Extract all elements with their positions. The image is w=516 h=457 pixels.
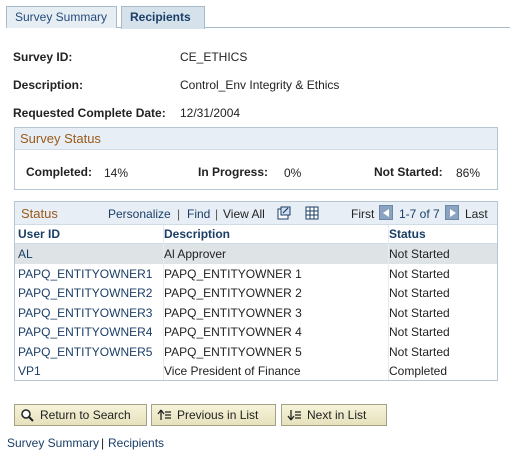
description-cell: PAPQ_ENTITYOWNER 1 bbox=[164, 266, 302, 281]
column-header-user-id[interactable]: User ID bbox=[15, 225, 163, 244]
description-cell: PAPQ_ENTITYOWNER 4 bbox=[164, 325, 302, 339]
completed-label: Completed: bbox=[26, 165, 92, 179]
description-label: Description: bbox=[13, 78, 84, 92]
table-row: AL Al Approver Not Started bbox=[15, 244, 497, 264]
next-in-list-icon bbox=[287, 410, 301, 421]
in-progress-value: 0% bbox=[284, 166, 302, 180]
requested-date-label: Requested Complete Date: bbox=[13, 106, 166, 120]
footer-separator: | bbox=[101, 436, 105, 450]
tab-survey-summary[interactable]: Survey Summary bbox=[6, 6, 117, 28]
status-cell: Not Started bbox=[389, 286, 450, 300]
magnifier-icon bbox=[21, 409, 34, 422]
column-header-status[interactable]: Status bbox=[388, 225, 497, 244]
completed-value: 14% bbox=[104, 166, 129, 180]
find-link[interactable]: Find bbox=[187, 207, 210, 221]
user-id-link[interactable]: PAPQ_ENTITYOWNER5 bbox=[18, 345, 152, 359]
status-cell: Not Started bbox=[389, 305, 450, 320]
view-all-link[interactable]: View All bbox=[223, 207, 265, 221]
tab-recipients[interactable]: Recipients bbox=[121, 6, 205, 29]
description-cell: Vice President of Finance bbox=[164, 364, 301, 378]
next-in-list-label: Next in List bbox=[307, 408, 367, 422]
not-started-label: Not Started: bbox=[374, 165, 443, 179]
survey-status-section: Survey Status Completed: 14% In Progress… bbox=[14, 127, 498, 190]
first-label: First bbox=[351, 207, 375, 221]
user-id-link[interactable]: PAPQ_ENTITYOWNER4 bbox=[18, 325, 152, 339]
user-id-link[interactable]: PAPQ_ENTITYOWNER3 bbox=[18, 306, 152, 320]
description-cell: PAPQ_ENTITYOWNER 2 bbox=[164, 286, 302, 300]
requested-date-value: 12/31/2004 bbox=[180, 106, 241, 120]
footer-recipients-link[interactable]: Recipients bbox=[108, 436, 164, 450]
description-cell: Al Approver bbox=[164, 247, 227, 261]
table-row: PAPQ_ENTITYOWNER3 PAPQ_ENTITYOWNER 3 Not… bbox=[15, 303, 497, 323]
table-row: VP1 Vice President of Finance Completed bbox=[15, 361, 497, 381]
previous-in-list-icon bbox=[157, 409, 171, 420]
previous-in-list-button[interactable]: Previous in List bbox=[151, 404, 276, 426]
personalize-link[interactable]: Personalize bbox=[108, 207, 171, 221]
table-row: PAPQ_ENTITYOWNER5 PAPQ_ENTITYOWNER 5 Not… bbox=[15, 342, 497, 362]
return-to-search-button[interactable]: Return to Search bbox=[14, 404, 147, 426]
new-window-icon[interactable] bbox=[277, 206, 291, 220]
in-progress-label: In Progress: bbox=[198, 165, 269, 179]
status-cell: Not Started bbox=[389, 266, 450, 281]
nav-separator: | bbox=[215, 207, 219, 221]
survey-id-value: CE_ETHICS bbox=[180, 50, 248, 64]
status-cell: Not Started bbox=[389, 344, 450, 359]
table-row: PAPQ_ENTITYOWNER1 PAPQ_ENTITYOWNER 1 Not… bbox=[15, 264, 497, 284]
next-arrow-icon[interactable] bbox=[445, 205, 459, 220]
previous-arrow-icon[interactable] bbox=[379, 205, 393, 220]
return-to-search-label: Return to Search bbox=[40, 408, 131, 422]
footer-survey-summary-link[interactable]: Survey Summary bbox=[7, 436, 99, 450]
status-grid: Status Personalize | Find | View All Fir… bbox=[14, 201, 498, 381]
description-value: Control_Env Integrity & Ethics bbox=[180, 78, 340, 92]
column-header-description[interactable]: Description bbox=[163, 225, 388, 244]
survey-status-title: Survey Status bbox=[15, 128, 497, 150]
grid-navigation-bar: Status Personalize | Find | View All Fir… bbox=[15, 202, 497, 225]
last-label: Last bbox=[465, 207, 488, 221]
previous-in-list-label: Previous in List bbox=[177, 408, 259, 422]
next-in-list-button[interactable]: Next in List bbox=[281, 404, 387, 426]
user-id-link[interactable]: PAPQ_ENTITYOWNER2 bbox=[18, 286, 152, 300]
download-spreadsheet-icon[interactable] bbox=[305, 206, 319, 220]
status-cell: Not Started bbox=[389, 247, 450, 261]
table-row: PAPQ_ENTITYOWNER4 PAPQ_ENTITYOWNER 4 Not… bbox=[15, 322, 497, 342]
description-cell: PAPQ_ENTITYOWNER 5 bbox=[164, 344, 302, 359]
column-divider bbox=[163, 225, 164, 380]
status-cell: Not Started bbox=[389, 325, 450, 339]
user-id-link[interactable]: AL bbox=[18, 247, 33, 261]
nav-separator: | bbox=[177, 207, 181, 221]
tab-bar: Survey Summary Recipients bbox=[6, 6, 510, 29]
not-started-value: 86% bbox=[456, 166, 481, 180]
status-cell: Completed bbox=[389, 364, 448, 378]
user-id-link[interactable]: PAPQ_ENTITYOWNER1 bbox=[18, 267, 152, 281]
column-divider bbox=[388, 225, 389, 380]
survey-id-label: Survey ID: bbox=[13, 50, 73, 64]
user-id-link[interactable]: VP1 bbox=[18, 364, 41, 378]
description-cell: PAPQ_ENTITYOWNER 3 bbox=[164, 305, 302, 320]
table-row: PAPQ_ENTITYOWNER2 PAPQ_ENTITYOWNER 2 Not… bbox=[15, 283, 497, 303]
grid-title: Status bbox=[21, 206, 58, 221]
row-range: 1-7 of 7 bbox=[399, 207, 440, 221]
